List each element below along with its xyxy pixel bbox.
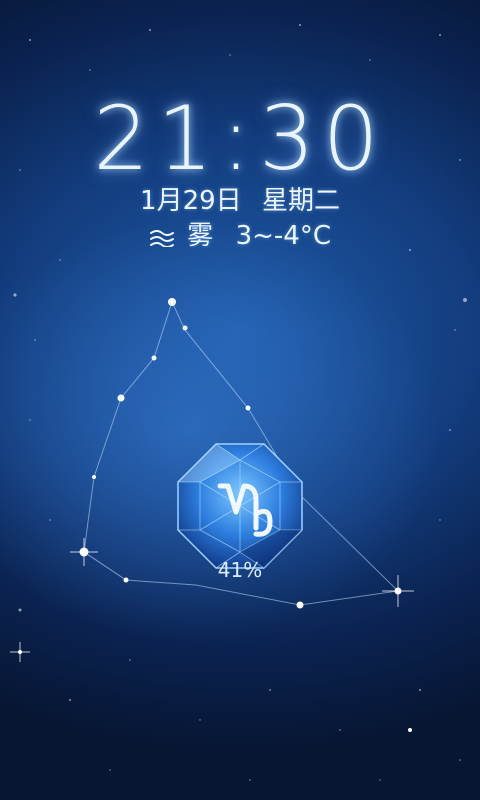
weather-temperature: 3~-4°C <box>235 221 331 251</box>
fog-icon <box>150 229 175 247</box>
weekday-text: 星期二 <box>261 186 340 216</box>
clock-time: 21:30 <box>93 87 387 190</box>
weather-row: 雾 3~-4°C <box>0 219 480 253</box>
lock-screen: 21:30 1月29日 星期二 雾 3~-4°C 41% <box>0 0 480 800</box>
capricorn-zodiac-gem-icon[interactable] <box>176 442 304 570</box>
weather-condition: 雾 <box>187 221 214 251</box>
battery-percent: 41% <box>217 558 263 582</box>
date-row: 1月29日 星期二 <box>0 184 480 218</box>
date-text: 1月29日 <box>140 186 242 216</box>
